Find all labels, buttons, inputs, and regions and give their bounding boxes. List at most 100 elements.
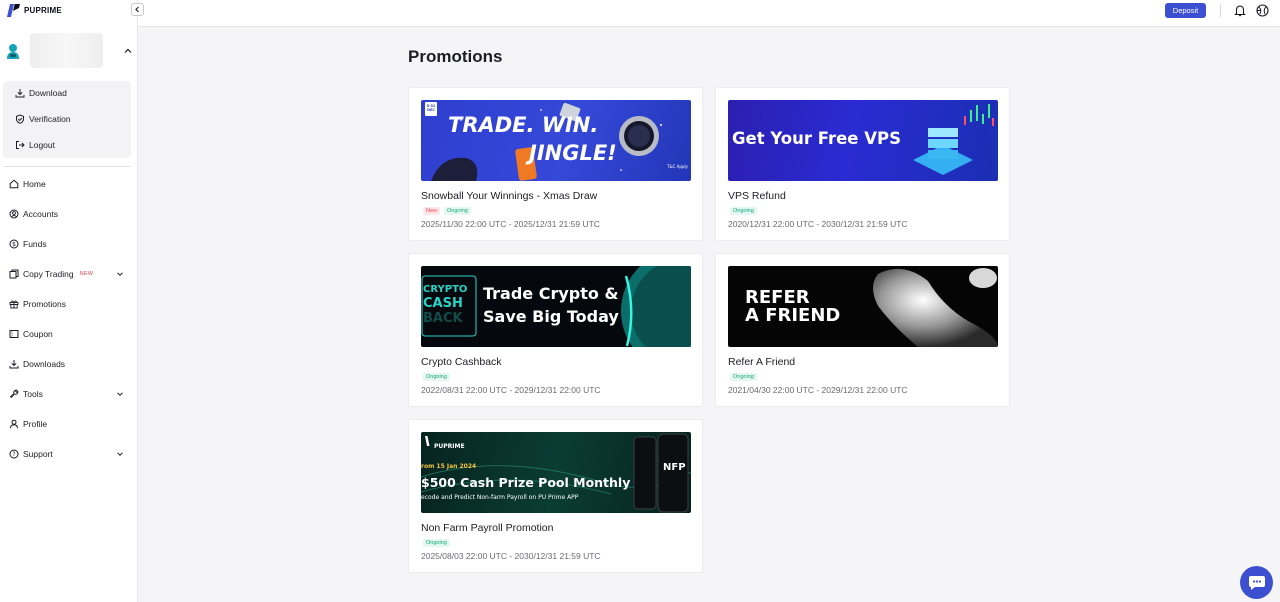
banner-kicker: rom 15 Jan 2024	[421, 463, 477, 470]
download-icon	[15, 89, 25, 98]
banner-headline: TRADE. WIN.	[448, 113, 599, 137]
svg-text:?: ?	[12, 451, 15, 458]
promotion-title: VPS Refund	[728, 190, 786, 202]
chat-bubble-icon	[1248, 575, 1265, 590]
chevron-left-icon	[135, 6, 139, 13]
shield-check-icon	[16, 114, 24, 124]
promotion-card[interactable]: Get Your Free VPS VPS Refund Ongoing 202…	[715, 87, 1010, 241]
page-title: Promotions	[408, 47, 503, 66]
collapse-sidebar-button[interactable]	[131, 3, 144, 16]
sidebar-item-funds[interactable]: $ Funds	[9, 237, 127, 251]
sidebar-item-promotions[interactable]: Promotions	[9, 297, 127, 311]
promotion-banner-nfp: PUPRIME rom 15 Jan 2024 $500 Cash Prize …	[421, 432, 691, 513]
user-circle-icon	[9, 209, 19, 219]
dollar-circle-icon: $	[9, 239, 19, 249]
sidebar-item-downloads[interactable]: Downloads	[9, 357, 127, 371]
live-chat-button[interactable]	[1240, 566, 1273, 599]
question-circle-icon: ?	[9, 449, 19, 459]
brand-logo[interactable]: PUPRIME	[6, 3, 62, 18]
account-submenu: Download Verification Logout	[3, 81, 131, 158]
bell-icon[interactable]	[1234, 4, 1246, 17]
promotion-dates: 2021/04/30 22:00 UTC - 2029/12/31 22:00 …	[728, 385, 908, 395]
sidebar-item-support[interactable]: ? Support	[9, 447, 127, 461]
banner-logo-line: CASH	[423, 296, 463, 311]
chevron-up-icon	[124, 48, 132, 53]
submenu-item-download[interactable]: Download	[15, 88, 67, 98]
banner-headline: Get Your Free VPS	[732, 129, 901, 148]
banner-brand: PUPRIME	[434, 443, 465, 450]
submenu-item-label: Verification	[29, 114, 71, 124]
banner-headline: Save Big Today	[483, 307, 619, 326]
status-tags: New Ongoing	[423, 207, 471, 215]
status-tags: Ongoing	[730, 373, 757, 381]
avatar	[7, 44, 19, 59]
sidebar-item-label: Home	[23, 179, 46, 189]
sidebar-item-copy-trading[interactable]: Copy Trading NEW	[9, 267, 127, 281]
status-badge: Ongoing	[444, 207, 471, 215]
promotion-card[interactable]: CRYPTO CASH BACK Trade Crypto & Save Big…	[408, 253, 703, 407]
new-badge: NEW	[79, 271, 94, 277]
submenu-item-label: Download	[29, 88, 67, 98]
promotion-title: Non Farm Payroll Promotion	[421, 522, 554, 534]
sidebar-item-coupon[interactable]: Coupon	[9, 327, 127, 341]
sidebar-divider	[3, 166, 131, 167]
promotion-title: Refer A Friend	[728, 356, 796, 368]
promotion-banner-xmas: 5-31 DEC TRADE. WIN. JINGLE! T&C Apply	[421, 100, 691, 181]
user-name-placeholder	[30, 33, 103, 68]
sidebar-item-accounts[interactable]: Accounts	[9, 207, 127, 221]
sidebar-item-label: Tools	[23, 389, 43, 399]
banner-subtext: ecode and Predict Non-farm Payroll on PU…	[421, 494, 579, 501]
language-globe-icon[interactable]	[1256, 4, 1269, 17]
promotion-dates: 2025/11/30 22:00 UTC - 2025/12/31 21:59 …	[421, 219, 600, 229]
top-bar: Deposit	[138, 0, 1280, 27]
sidebar-item-label: Funds	[23, 239, 47, 249]
sidebar-item-label: Coupon	[23, 329, 53, 339]
chevron-down-icon	[117, 272, 123, 277]
coupon-icon	[9, 330, 19, 338]
sidebar-item-label: Profile	[23, 419, 48, 429]
home-icon	[9, 179, 19, 189]
promotion-dates: 2022/08/31 22:00 UTC - 2029/12/31 22:00 …	[421, 385, 601, 395]
svg-text:$: $	[12, 241, 16, 248]
banner-logo-line: CRYPTO	[423, 284, 468, 295]
copy-trading-icon	[9, 269, 19, 279]
sidebar-item-label: Promotions	[23, 299, 66, 309]
sidebar: PUPRIME Download Verification Logout Hom…	[0, 0, 138, 602]
sidebar-item-label: Copy Trading	[23, 269, 74, 279]
sidebar-item-home[interactable]: Home	[9, 177, 127, 191]
promotion-banner-refer: REFER A FRIEND	[728, 266, 998, 347]
date-badge-month: DEC	[427, 108, 435, 112]
header-divider	[1220, 4, 1221, 17]
promotion-card[interactable]: 5-31 DEC TRADE. WIN. JINGLE! T&C Apply S…	[408, 87, 703, 241]
banner-headline: A FRIEND	[745, 305, 841, 326]
status-badge: Ongoing	[423, 539, 450, 547]
banner-phone-label: NFP	[663, 462, 686, 473]
sidebar-item-tools[interactable]: Tools	[9, 387, 127, 401]
date-badge: 5-31 DEC	[425, 102, 437, 116]
download-icon	[9, 360, 19, 369]
submenu-item-verification[interactable]: Verification	[15, 114, 71, 124]
brand-name: PUPRIME	[24, 6, 62, 15]
status-tags: Ongoing	[423, 539, 450, 547]
wrench-icon	[9, 389, 19, 399]
promotion-card[interactable]: PUPRIME rom 15 Jan 2024 $500 Cash Prize …	[408, 419, 703, 573]
promotion-card[interactable]: REFER A FRIEND Refer A Friend Ongoing 20…	[715, 253, 1010, 407]
banner-headline: $500 Cash Prize Pool Monthly	[421, 475, 631, 490]
banner-logo-line: BACK	[423, 311, 463, 326]
puprime-logo-icon	[7, 4, 20, 17]
status-badge: Ongoing	[730, 373, 757, 381]
sidebar-item-profile[interactable]: Profile	[9, 417, 127, 431]
sidebar-item-label: Accounts	[23, 209, 58, 219]
status-badge: Ongoing	[423, 373, 450, 381]
deposit-button[interactable]: Deposit	[1165, 3, 1206, 18]
promotion-banner-crypto: CRYPTO CASH BACK Trade Crypto & Save Big…	[421, 266, 691, 347]
promotion-dates: 2020/12/31 22:00 UTC - 2030/12/31 21:59 …	[728, 219, 908, 229]
chevron-down-icon	[117, 452, 123, 457]
promotion-dates: 2025/08/03 22:00 UTC - 2030/12/31 21:59 …	[421, 551, 601, 561]
status-tags: Ongoing	[423, 373, 450, 381]
status-badge: New	[423, 207, 441, 215]
submenu-item-logout[interactable]: Logout	[15, 140, 55, 150]
sidebar-item-label: Support	[23, 449, 53, 459]
sidebar-item-label: Downloads	[23, 359, 66, 369]
user-profile-toggle[interactable]	[5, 33, 133, 69]
